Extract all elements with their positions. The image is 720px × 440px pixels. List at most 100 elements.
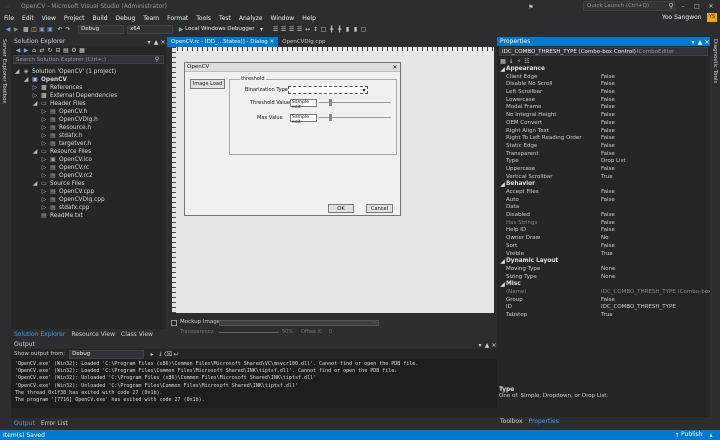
redo-icon[interactable]: ↷ <box>64 25 72 33</box>
server-explorer-tab[interactable]: Server Explorer <box>1 39 7 82</box>
property-value[interactable]: False <box>599 143 710 151</box>
property-row[interactable]: Uppercase False <box>498 166 710 174</box>
chevron-down-icon[interactable]: ▾ <box>258 25 266 33</box>
property-value[interactable]: None <box>599 274 710 282</box>
tree-item[interactable]: ▷ ▤ stdafx.cpp <box>11 204 166 212</box>
ok-button[interactable]: OK <box>328 204 354 213</box>
show-all-files-icon[interactable]: ▤ <box>62 47 70 55</box>
property-row[interactable]: Visible True <box>498 251 710 259</box>
property-value[interactable]: False <box>599 97 710 105</box>
center-vertical-icon[interactable]: ╋ <box>328 25 336 33</box>
property-row[interactable]: Data <box>498 204 710 212</box>
align-right-icon[interactable]: ☰ <box>280 25 288 33</box>
expand-arrow-icon[interactable]: ◢ <box>32 100 38 108</box>
property-value[interactable]: False <box>599 227 710 235</box>
property-row[interactable]: Left Scrollbar False <box>498 89 710 97</box>
tree-item[interactable]: ◢ ◈ Solution 'OpenCV' (1 project) <box>11 68 166 76</box>
expand-arrow-icon[interactable]: ◢ <box>32 180 38 188</box>
align-left-icon[interactable]: ☰ <box>272 25 280 33</box>
offset-x-value[interactable]: 0 <box>329 329 332 335</box>
property-category[interactable]: ◢ Dynamic Layout <box>498 258 710 266</box>
property-value[interactable]: False <box>599 128 710 136</box>
close-icon[interactable]: ✕ <box>159 38 167 46</box>
tab-dialog-editor[interactable]: OpenCV.rc - IDD_...States)] - Dialog ✕ <box>167 37 279 47</box>
property-row[interactable]: Sort False <box>498 243 710 251</box>
menu-view[interactable]: View <box>38 15 60 22</box>
property-row[interactable]: Auto False <box>498 197 710 205</box>
categorized-icon[interactable]: ▦ <box>499 58 507 66</box>
property-row[interactable]: Modal Frame False <box>498 104 710 112</box>
collapse-arrow-icon[interactable]: ▷ <box>41 172 47 180</box>
collapse-arrow-icon[interactable]: ▷ <box>32 92 38 100</box>
property-value[interactable]: False <box>599 112 710 120</box>
property-row[interactable]: Client Edge False <box>498 74 710 82</box>
preview-icon[interactable]: ▦ <box>78 47 86 55</box>
expand-arrow-icon[interactable]: ◢ <box>14 68 20 76</box>
property-row[interactable]: Has Strings False <box>498 220 710 228</box>
collapse-all-icon[interactable]: ⊟ <box>54 47 62 55</box>
tab-properties[interactable]: Properties <box>526 418 562 425</box>
property-row[interactable]: Group False <box>498 297 710 305</box>
property-category[interactable]: ◢ Appearance <box>498 66 710 74</box>
collapse-arrow-icon[interactable]: ▷ <box>41 188 47 196</box>
forward-icon[interactable]: ▶ <box>12 25 20 33</box>
property-row[interactable]: Sizing Type None <box>498 274 710 282</box>
property-value[interactable] <box>599 204 710 212</box>
tree-item[interactable]: ▷ ▣ OpenCV.ico <box>11 156 166 164</box>
cancel-button[interactable]: Cancel <box>366 204 393 213</box>
max-value-edit[interactable]: Sample edit <box>290 114 317 125</box>
property-row[interactable]: OEM Convert False <box>498 120 710 128</box>
property-category[interactable]: ◢ Misc <box>498 281 710 289</box>
tab-class-view[interactable]: Class View <box>118 331 156 338</box>
property-value[interactable]: False <box>599 89 710 97</box>
expand-arrow-icon[interactable]: ◢ <box>32 148 38 156</box>
menu-help[interactable]: Help <box>298 15 320 22</box>
image-load-button[interactable]: Image Load <box>190 79 225 89</box>
collapse-arrow-icon[interactable]: ▷ <box>41 196 47 204</box>
tree-item[interactable]: ▷ ▩ External Dependencies <box>11 92 166 100</box>
property-row[interactable]: Static Edge False <box>498 143 710 151</box>
collapse-arrow-icon[interactable]: ▷ <box>32 84 38 92</box>
refresh-icon[interactable]: ↻ <box>46 47 54 55</box>
run-target-label[interactable]: Local Windows Debugger <box>185 26 255 32</box>
tree-item[interactable]: ▷ ▤ OpenCVDlg.h <box>11 116 166 124</box>
property-row[interactable]: Right To Left Reading Order False <box>498 135 710 143</box>
space-down-icon[interactable]: ▮ <box>352 25 360 33</box>
collapse-arrow-icon[interactable]: ▷ <box>41 204 47 212</box>
tab-output[interactable]: Output <box>11 420 38 427</box>
start-debugging-icon[interactable]: ▶ <box>177 25 185 33</box>
align-bottom-icon[interactable]: ☰ <box>296 25 304 33</box>
events-icon[interactable]: ⚡ <box>515 58 523 66</box>
alphabetical-icon[interactable]: ↓ <box>507 58 515 66</box>
collapse-arrow-icon[interactable]: ◢ <box>499 281 506 289</box>
property-pages-icon[interactable]: ☷ <box>523 58 531 66</box>
mockup-browse-button[interactable]: ... <box>372 319 377 325</box>
tree-item[interactable]: ▷ ▤ OpenCV.h <box>11 108 166 116</box>
close-icon[interactable]: ✕ <box>270 39 275 45</box>
collapse-arrow-icon[interactable]: ▷ <box>41 156 47 164</box>
property-value[interactable]: False <box>599 81 710 89</box>
configuration-select[interactable]: Debug <box>78 24 124 34</box>
close-icon[interactable]: ✕ <box>703 38 711 46</box>
collapse-arrow-icon[interactable]: ▷ <box>41 132 47 140</box>
space-across-icon[interactable]: ▮ <box>344 25 352 33</box>
property-value[interactable]: False <box>599 166 710 174</box>
property-value[interactable]: True <box>599 174 710 182</box>
find-message-icon[interactable]: ▸ <box>148 350 156 358</box>
tree-item[interactable]: ▷ ▤ OpenCVDlg.cpp <box>11 196 166 204</box>
property-row[interactable]: Vertical Scrollbar True <box>498 174 710 182</box>
close-icon[interactable]: ✕ <box>391 63 399 71</box>
platform-select[interactable]: x64 <box>127 24 173 34</box>
property-value[interactable]: False <box>599 151 710 159</box>
close-icon[interactable]: ✕ <box>490 341 498 349</box>
same-width-icon[interactable]: ↔ <box>304 25 312 33</box>
tab-solution-explorer[interactable]: Solution Explorer <box>11 331 68 338</box>
tree-item[interactable]: ▷ ▤ stdafx.h <box>11 132 166 140</box>
property-row[interactable]: (Name) IDC_COMBO_THRESH_TYPE (Combo-box <box>498 289 710 297</box>
menu-debug[interactable]: Debug <box>112 15 140 22</box>
save-all-icon[interactable]: ▣ <box>46 25 54 33</box>
forward-icon[interactable]: ▶ <box>22 47 30 55</box>
tree-item[interactable]: ◢ ▭ Header Files <box>11 100 166 108</box>
tab-error-list[interactable]: Error List <box>38 420 71 427</box>
property-value[interactable]: False <box>599 74 710 82</box>
